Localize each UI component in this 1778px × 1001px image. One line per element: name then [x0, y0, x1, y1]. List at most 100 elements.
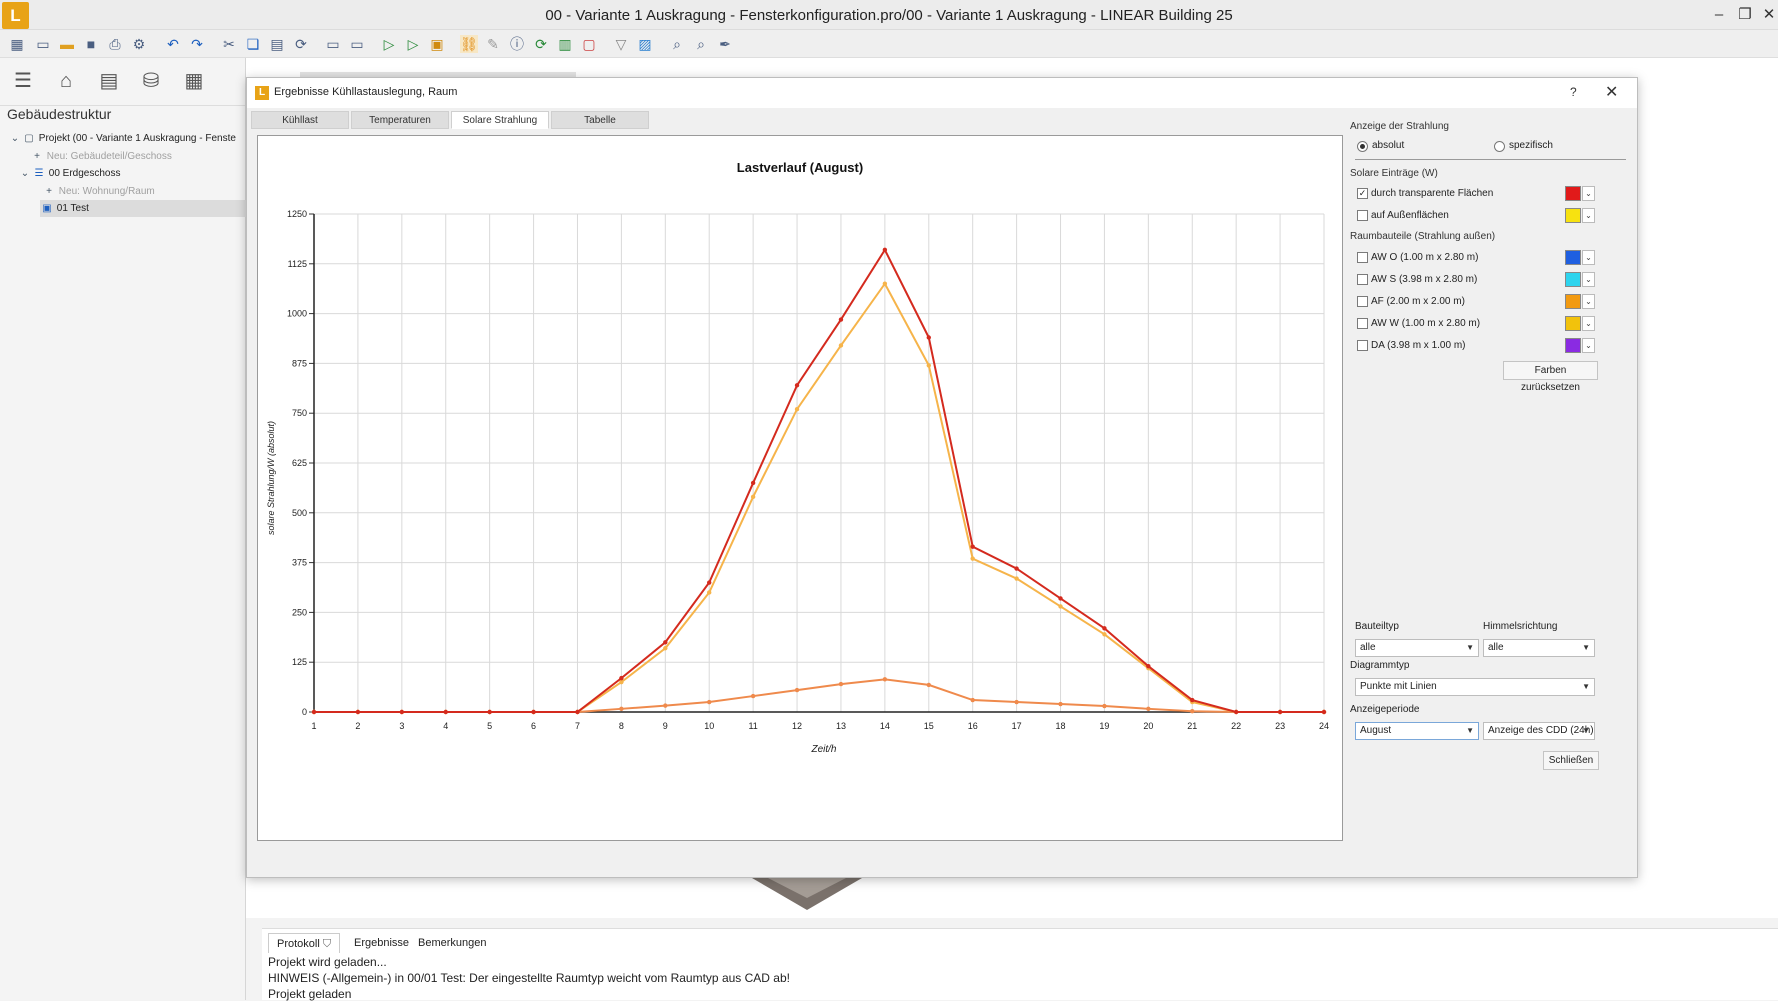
dropdown-arrow-icon: ▼ — [1466, 726, 1474, 735]
chevron-down-icon[interactable]: ⌄ — [1582, 186, 1595, 201]
close-icon[interactable]: ✕ — [1605, 82, 1618, 102]
new-file-icon[interactable]: ▭ — [34, 35, 52, 53]
minimize-icon[interactable]: – — [1706, 4, 1732, 26]
report-icon[interactable]: ▢ — [580, 35, 598, 53]
chevron-down-icon[interactable]: ⌄ — [1582, 338, 1595, 353]
himmelsrichtung-select[interactable]: alle ▼ — [1483, 639, 1595, 657]
tab-bemerkungen[interactable]: Bemerkungen — [410, 933, 495, 953]
data-point — [1146, 663, 1151, 669]
tab-temperaturen[interactable]: Temperaturen — [351, 111, 449, 129]
dialog-titlebar: L Ergebnisse Kühllastauslegung, Raum ? ✕ — [247, 78, 1637, 108]
tree-item-label: Neu: Gebäudeteil/Geschoss — [46, 151, 172, 162]
window-icon[interactable]: ▭ — [324, 35, 342, 53]
component-item-color-swatch[interactable] — [1565, 294, 1581, 309]
cut-icon[interactable]: ✂ — [220, 35, 238, 53]
x-tick-label: 8 — [619, 721, 624, 731]
solar-item-checkbox[interactable] — [1357, 210, 1368, 221]
component-item-checkbox[interactable] — [1357, 274, 1368, 285]
sync-icon[interactable]: ⟳ — [532, 35, 550, 53]
database-icon[interactable]: ⛁ — [138, 68, 164, 94]
data-point — [707, 580, 712, 585]
data-point — [794, 687, 800, 693]
panel-icon[interactable]: ▦ — [181, 68, 207, 94]
zoom-icon[interactable]: ⌕ — [668, 35, 686, 53]
archive-icon[interactable]: ▣ — [428, 35, 446, 53]
solar-item-label: durch transparente Flächen — [1371, 188, 1494, 199]
collapse-icon[interactable]: ⌄ — [18, 165, 32, 182]
help-icon[interactable]: ? — [1570, 85, 1577, 99]
filter-icon[interactable]: ⛉ — [323, 938, 331, 950]
close-dialog-button[interactable]: Schließen — [1543, 751, 1599, 770]
tree-item-new-building-part[interactable]: + Neu: Gebäudeteil/Geschoss — [30, 148, 172, 165]
redo-icon[interactable]: ↷ — [188, 35, 206, 53]
radio-absolut[interactable] — [1357, 141, 1368, 152]
tree-item-project[interactable]: ⌄ ▢ Projekt (00 - Variante 1 Auskragung -… — [8, 130, 246, 147]
collapse-icon[interactable]: ⌄ — [8, 130, 22, 147]
data-point — [619, 706, 624, 712]
pen-icon[interactable]: ✎ — [484, 35, 502, 53]
print-icon[interactable]: ⎙ — [106, 35, 124, 53]
eyedropper-icon[interactable]: ✒ — [716, 35, 734, 53]
chart-icon[interactable]: ▨ — [636, 35, 654, 53]
tab-tabelle[interactable]: Tabelle — [551, 111, 649, 129]
refresh-icon[interactable]: ⟳ — [292, 35, 310, 53]
zoom-area-icon[interactable]: ⌕ — [692, 35, 710, 53]
chevron-down-icon[interactable]: ⌄ — [1582, 272, 1595, 287]
solar-item-color-swatch[interactable] — [1565, 186, 1581, 201]
filter-icon[interactable]: ▽ — [612, 35, 630, 53]
tree-item-room-test[interactable]: ▣ 01 Test — [40, 200, 246, 217]
room-icon: ▣ — [42, 203, 52, 214]
tab-protokoll[interactable]: Protokoll ⛉ — [268, 933, 341, 953]
chevron-down-icon[interactable]: ⌄ — [1582, 250, 1595, 265]
tab-solare-strahlung[interactable]: Solare Strahlung — [451, 111, 549, 129]
building-icon[interactable]: ⌂ — [53, 68, 79, 94]
component-item-color-swatch[interactable] — [1565, 272, 1581, 287]
component-item-checkbox[interactable] — [1357, 318, 1368, 329]
component-item-checkbox[interactable] — [1357, 252, 1368, 263]
component-item-color-swatch[interactable] — [1565, 250, 1581, 265]
data-point — [970, 697, 975, 703]
tree-item-new-room[interactable]: + Neu: Wohnung/Raum — [42, 183, 155, 200]
chevron-down-icon[interactable]: ⌄ — [1582, 316, 1595, 331]
data-point — [1146, 706, 1151, 712]
menu-icon[interactable]: ☰ — [10, 68, 36, 94]
component-item-color-swatch[interactable] — [1565, 338, 1581, 353]
paste-icon[interactable]: ▤ — [268, 35, 286, 53]
solar-item-checkbox[interactable]: ✓ — [1357, 188, 1368, 199]
close-window-icon[interactable]: ✕ — [1756, 4, 1778, 26]
component-item-checkbox[interactable] — [1357, 340, 1368, 351]
diagrammtyp-select[interactable]: Punkte mit Linien ▼ — [1355, 678, 1595, 696]
data-point — [1102, 632, 1107, 637]
tab-kuehllast[interactable]: Kühllast — [251, 111, 349, 129]
settings-gear-icon[interactable]: ⚙ — [130, 35, 148, 53]
save-icon[interactable]: ■ — [82, 35, 100, 53]
tab-ergebnisse[interactable]: Ergebnisse — [346, 933, 417, 953]
window-split-icon[interactable]: ▭ — [348, 35, 366, 53]
undo-icon[interactable]: ↶ — [164, 35, 182, 53]
reset-colors-button[interactable]: Farben zurücksetzen — [1503, 361, 1598, 393]
bottom-panel: Protokoll ⛉ Ergebnisse Bemerkungen Proje… — [262, 928, 1778, 1001]
component-item-checkbox[interactable] — [1357, 296, 1368, 307]
import-icon[interactable]: ▷ — [404, 35, 422, 53]
solar-item-color-swatch[interactable] — [1565, 208, 1581, 223]
tree-item-erdgeschoss[interactable]: ⌄ ☰ 00 Erdgeschoss — [18, 165, 121, 182]
calc-icon[interactable]: ▥ — [556, 35, 574, 53]
bauteiltyp-select[interactable]: alle ▼ — [1355, 639, 1479, 657]
chevron-down-icon[interactable]: ⌄ — [1582, 294, 1595, 309]
info-icon[interactable]: ⓘ — [508, 35, 526, 53]
export-icon[interactable]: ▷ — [380, 35, 398, 53]
copy-icon[interactable]: ❏ — [244, 35, 262, 53]
component-item-label: AW W (1.00 m x 2.80 m) — [1371, 318, 1481, 329]
radio-absolut-label: absolut — [1372, 140, 1405, 151]
link-icon[interactable]: ⛓ — [460, 35, 478, 53]
open-folder-icon[interactable]: ▬ — [58, 35, 76, 53]
cdd-select[interactable]: Anzeige des CDD (24h) ▼ — [1483, 722, 1595, 740]
list-icon[interactable]: ▤ — [96, 68, 122, 94]
apps-grid-icon[interactable]: ▦ — [8, 35, 26, 53]
radio-spezifisch[interactable] — [1494, 141, 1505, 152]
plus-icon: + — [34, 151, 40, 162]
anzeigeperiode-select[interactable]: August ▼ — [1355, 722, 1479, 740]
restore-icon[interactable]: ❐ — [1732, 4, 1758, 26]
chevron-down-icon[interactable]: ⌄ — [1582, 208, 1595, 223]
component-item-color-swatch[interactable] — [1565, 316, 1581, 331]
